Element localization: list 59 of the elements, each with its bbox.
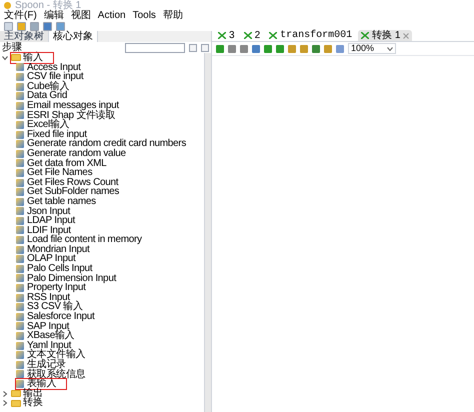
tree-step-item[interactable]: Data Grid: [16, 91, 78, 101]
collapse-chevron-icon[interactable]: [2, 54, 8, 61]
tree-step-item[interactable]: Get File Names: [16, 168, 102, 178]
folder-icon: [11, 54, 21, 62]
tree-step-item[interactable]: Load file content in memory: [16, 235, 152, 245]
tree-step-item[interactable]: Get data from XML: [16, 158, 116, 168]
tree-step-item[interactable]: Salesforce Input: [16, 312, 104, 322]
tree-step-item[interactable]: Palo Cells Input: [16, 264, 102, 274]
editor-tab[interactable]: 3: [215, 30, 238, 41]
expand-all-icon[interactable]: [189, 44, 197, 52]
tree-folder-item[interactable]: 输出: [11, 388, 53, 398]
panel-tab[interactable]: 主对象树: [0, 31, 49, 42]
tree-step-item[interactable]: 获取系统信息: [16, 370, 96, 380]
menu-item[interactable]: Action: [98, 11, 126, 21]
tree-step-item[interactable]: Email messages input: [16, 100, 129, 111]
close-icon[interactable]: [403, 32, 410, 38]
panel-tab[interactable]: 核心对象: [49, 31, 98, 42]
tree-step-item[interactable]: Json Input: [16, 206, 80, 216]
menu-item[interactable]: 文件(F): [4, 11, 37, 21]
window-title: Spoon - 转换 1: [15, 0, 82, 11]
tree-step-item[interactable]: ESRI Shap 文件读取: [16, 110, 126, 120]
search-field[interactable]: [125, 42, 185, 52]
tree-step-item[interactable]: Fixed file input: [16, 130, 97, 140]
tree-step-item[interactable]: SAP Input: [16, 322, 80, 332]
tree-folder-item[interactable]: 转换: [11, 398, 53, 408]
tree-step-item[interactable]: CSV file input: [16, 72, 94, 82]
menu-item[interactable]: 视图: [70, 11, 91, 21]
expand-chevron-icon[interactable]: [2, 400, 8, 406]
expand-chevron-icon[interactable]: [2, 390, 8, 397]
panel-title: 步骤: [2, 42, 23, 53]
editor-tab[interactable]: 转换 1: [358, 30, 412, 41]
tree-step-item[interactable]: 生成记录: [16, 360, 76, 370]
editor-tab[interactable]: 2: [240, 30, 264, 41]
tree-step-item[interactable]: Excel输入: [16, 120, 80, 130]
tree-step-item[interactable]: 文本文件输入: [16, 350, 96, 360]
tree-step-item[interactable]: LDAP Input: [16, 216, 85, 226]
tree-step-item[interactable]: Cube输入: [16, 82, 80, 92]
menu-item[interactable]: 帮助: [162, 11, 183, 21]
tree-step-item[interactable]: S3 CSV 输入: [16, 302, 93, 312]
zoom-select[interactable]: 100%: [348, 43, 396, 54]
tree-step-item[interactable]: Get table names: [16, 196, 106, 206]
editor-tab[interactable]: transform001: [266, 30, 356, 41]
tree-step-item[interactable]: Get SubFolder names: [16, 187, 130, 197]
tree-step-item[interactable]: Mondrian Input: [16, 244, 100, 254]
tree-step-item[interactable]: Access Input: [16, 62, 91, 72]
tree-step-item[interactable]: OLAP Input: [16, 254, 86, 264]
scrollbar[interactable]: [204, 53, 211, 412]
tree-step-item[interactable]: XBase输入: [16, 331, 84, 341]
tree-step-item[interactable]: Palo Dimension Input: [16, 274, 126, 284]
menu-item[interactable]: 编辑: [44, 11, 64, 21]
caret-icon: [387, 46, 393, 50]
collapse-all-icon[interactable]: [201, 44, 209, 52]
tree-step-item[interactable]: Property Input: [16, 283, 96, 293]
tree-step-item[interactable]: Generate random credit card numbers: [16, 139, 196, 149]
tree-step-item[interactable]: LDIF Input: [16, 226, 81, 236]
app-logo-icon: [4, 2, 11, 9]
tree-step-item[interactable]: Get Files Rows Count: [16, 178, 128, 188]
tree-step-item[interactable]: Generate random value: [16, 148, 136, 159]
menu-item[interactable]: Tools: [132, 11, 156, 21]
